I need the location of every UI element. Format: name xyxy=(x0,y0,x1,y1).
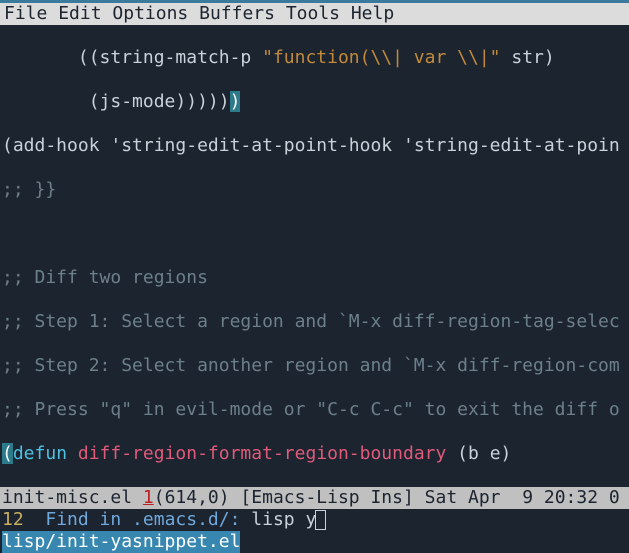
string-literal: "function(\\| var \\|" xyxy=(262,47,500,68)
matching-paren: ) xyxy=(230,91,241,112)
menu-bar: File Edit Options Buffers Tools Help xyxy=(0,3,629,25)
completion-list[interactable]: lisp/init-yasnippet.el lisp/init-uniquif… xyxy=(0,531,629,553)
comment-line: ;; Step 2: Select another region and `M-… xyxy=(2,355,629,377)
code-text xyxy=(67,443,78,464)
code-text xyxy=(392,135,403,156)
menu-help[interactable]: Help xyxy=(351,3,394,24)
code-line: (add-hook 'string-edit-at-point-hook 'st… xyxy=(2,135,629,157)
code-text: (js-mode))))) xyxy=(2,91,230,112)
code-text: str) xyxy=(501,47,555,68)
comment-line: ;; Diff two regions xyxy=(2,267,629,289)
matching-paren: ( xyxy=(2,443,13,464)
keyword-defun: defun xyxy=(13,443,67,464)
cursor xyxy=(315,510,326,530)
code-text: (add-hook xyxy=(2,135,110,156)
menu-buffers[interactable]: Buffers xyxy=(199,3,275,24)
symbol: 'string-edit-at-poin xyxy=(403,135,620,156)
menu-file[interactable]: File xyxy=(4,3,47,24)
menu-edit[interactable]: Edit xyxy=(58,3,101,24)
menu-tools[interactable]: Tools xyxy=(286,3,340,24)
modeline-buffer-name: init-misc.el xyxy=(2,487,143,508)
code-line: ((string-match-p "function(\\| var \\|" … xyxy=(2,47,629,69)
modeline-warning-count: 1 xyxy=(143,487,154,508)
minibuffer[interactable]: 12 Find in .emacs.d/: lisp y xyxy=(0,509,629,531)
menu-options[interactable]: Options xyxy=(112,3,188,24)
code-line: (defun diff-region-format-region-boundar… xyxy=(2,443,629,465)
minibuffer-prompt: Find in .emacs.d/: xyxy=(45,509,240,530)
code-text: (b e) xyxy=(446,443,511,464)
candidate-count: 12 xyxy=(2,509,45,530)
symbol: 'string-edit-at-point-hook xyxy=(110,135,392,156)
function-name: diff-region-format-region-boundary xyxy=(78,443,446,464)
modeline-position: (614,0) [Emacs-Lisp Ins] Sat Apr 9 20:32… xyxy=(154,487,620,508)
minibuffer-input[interactable]: lisp y xyxy=(240,509,316,530)
blank-line xyxy=(2,223,629,245)
comment-line: ;; }} xyxy=(2,179,629,201)
completion-label: lisp/init-yasnippet.el xyxy=(2,531,240,553)
code-line: (js-mode)))))) xyxy=(2,91,629,113)
comment-line: ;; Press "q" in evil-mode or "C-c C-c" t… xyxy=(2,399,629,421)
completion-item-selected[interactable]: lisp/init-yasnippet.el xyxy=(0,531,629,553)
comment-line: ;; Step 1: Select a region and `M-x diff… xyxy=(2,311,629,333)
code-text: ((string-match-p xyxy=(2,47,262,68)
mode-line[interactable]: init-misc.el 1(614,0) [Emacs-Lisp Ins] S… xyxy=(0,487,629,509)
code-buffer[interactable]: ((string-match-p "function(\\| var \\|" … xyxy=(0,25,629,487)
